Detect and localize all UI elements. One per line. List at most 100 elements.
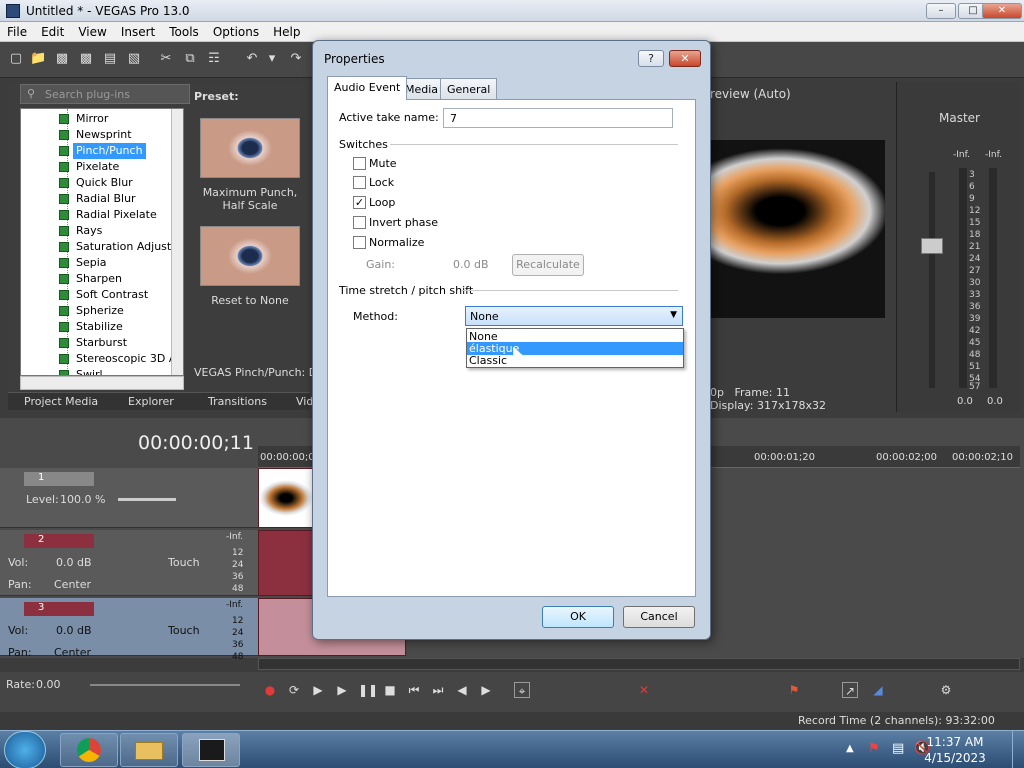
- master-fader-handle[interactable]: [921, 238, 943, 254]
- open-folder-icon[interactable]: 📁: [30, 51, 46, 67]
- next-frame-icon[interactable]: ▶: [478, 682, 494, 698]
- automation-mode[interactable]: Touch: [168, 624, 200, 637]
- menu-edit[interactable]: Edit: [34, 22, 71, 39]
- track-audio-3[interactable]: 3 Vol: 0.0 dB Pan: Center Touch -Inf. 12…: [0, 598, 258, 662]
- auto-ripple-icon[interactable]: ↗: [842, 682, 858, 698]
- record-icon[interactable]: ●: [262, 682, 278, 698]
- menu-insert[interactable]: Insert: [114, 22, 162, 39]
- preset-thumbnail-maximum-punch[interactable]: [200, 118, 300, 178]
- tree-item-rays[interactable]: Rays: [59, 223, 105, 239]
- new-file-icon[interactable]: ▢: [8, 51, 24, 67]
- show-desktop-button[interactable]: [1012, 731, 1024, 768]
- normal-edit-tool-icon[interactable]: ⌖: [514, 682, 530, 698]
- tab-audio-event[interactable]: Audio Event: [327, 76, 408, 100]
- snapping-icon[interactable]: ◢: [870, 682, 886, 698]
- stop-icon[interactable]: ■: [382, 682, 398, 698]
- active-take-name-field[interactable]: 7: [443, 108, 673, 128]
- menu-view[interactable]: View: [71, 22, 113, 39]
- pause-icon[interactable]: ❚❚: [358, 682, 378, 698]
- close-button[interactable]: ✕: [982, 3, 1022, 19]
- tree-item-sepia[interactable]: Sepia: [59, 255, 110, 271]
- copy-icon[interactable]: ⧉: [182, 51, 198, 67]
- show-hidden-icons[interactable]: ▲: [846, 743, 854, 754]
- loop-checkbox[interactable]: ✓: [353, 196, 366, 209]
- menu-tools[interactable]: Tools: [162, 22, 206, 39]
- render-icon[interactable]: ▤: [102, 51, 118, 67]
- tree-item-pinch-punch[interactable]: Pinch/Punch: [59, 143, 146, 159]
- tree-item-radial-pixelate[interactable]: Radial Pixelate: [59, 207, 160, 223]
- tree-item-stereoscopic-3d[interactable]: Stereoscopic 3D A: [59, 351, 179, 367]
- tree-item-sharpen[interactable]: Sharpen: [59, 271, 125, 287]
- tree-item-soft-contrast[interactable]: Soft Contrast: [59, 287, 151, 303]
- marker-icon[interactable]: ⚑: [786, 682, 802, 698]
- lock-checkbox[interactable]: [353, 176, 366, 189]
- play-from-start-icon[interactable]: ▶: [310, 682, 326, 698]
- menu-options[interactable]: Options: [206, 22, 266, 39]
- undo-icon[interactable]: ↶: [244, 51, 260, 67]
- preview-quality[interactable]: review (Auto): [710, 87, 791, 101]
- taskbar-vegas[interactable]: [182, 733, 240, 767]
- tree-item-saturation-adjust[interactable]: Saturation Adjust: [59, 239, 174, 255]
- tree-item-stabilize[interactable]: Stabilize: [59, 319, 126, 335]
- timeline-horizontal-scrollbar[interactable]: [258, 658, 1020, 670]
- go-to-start-icon[interactable]: ⏮: [406, 682, 422, 698]
- properties-icon[interactable]: ▧: [126, 51, 142, 67]
- menu-help[interactable]: Help: [266, 22, 307, 39]
- cut-icon[interactable]: ✂: [158, 51, 174, 67]
- play-icon[interactable]: ▶: [334, 682, 350, 698]
- loop-playback-icon[interactable]: ⟳: [286, 682, 302, 698]
- tree-horizontal-scrollbar[interactable]: [20, 376, 184, 390]
- level-slider[interactable]: [118, 498, 176, 501]
- recalculate-button[interactable]: Recalculate: [512, 254, 584, 276]
- undo-dropdown-icon[interactable]: ▾: [264, 51, 280, 67]
- tree-item-swirl[interactable]: Swirl: [59, 367, 106, 375]
- tree-item-mirror[interactable]: Mirror: [59, 111, 111, 127]
- tab-general[interactable]: General: [440, 78, 498, 99]
- search-plugins-input[interactable]: ⚲ Search plug-ins: [20, 84, 190, 104]
- save-as-icon[interactable]: ▩: [78, 51, 94, 67]
- track-video-1[interactable]: 1 Level: 100.0 %: [0, 468, 258, 528]
- lock-envelopes-icon[interactable]: ⚙: [938, 682, 954, 698]
- tab-transitions[interactable]: Transitions: [208, 395, 267, 408]
- dialog-help-button[interactable]: ?: [638, 50, 664, 67]
- automation-mode[interactable]: Touch: [168, 556, 200, 569]
- invert-phase-checkbox[interactable]: [353, 216, 366, 229]
- delete-icon[interactable]: ✕: [636, 682, 652, 698]
- network-icon[interactable]: ▤: [892, 741, 904, 756]
- taskbar-explorer[interactable]: [120, 733, 178, 767]
- tab-project-media[interactable]: Project Media: [24, 395, 98, 408]
- taskbar-chrome[interactable]: [60, 733, 118, 767]
- ok-button[interactable]: OK: [542, 606, 614, 628]
- tree-item-newsprint[interactable]: Newsprint: [59, 127, 135, 143]
- method-dropdown[interactable]: None ▼: [465, 306, 683, 326]
- audio-clip[interactable]: [258, 530, 314, 596]
- track-audio-2[interactable]: 2 Vol: 0.0 dB Pan: Center Touch -Inf. 12…: [0, 530, 258, 596]
- normalize-checkbox[interactable]: [353, 236, 366, 249]
- tree-item-radial-blur[interactable]: Radial Blur: [59, 191, 139, 207]
- paste-icon[interactable]: ☶: [206, 51, 222, 67]
- menu-file[interactable]: File: [0, 22, 34, 39]
- go-to-end-icon[interactable]: ⏭: [430, 682, 446, 698]
- tree-item-quick-blur[interactable]: Quick Blur: [59, 175, 136, 191]
- tab-video-fx[interactable]: Vid: [296, 395, 313, 408]
- mute-checkbox[interactable]: [353, 157, 366, 170]
- system-clock[interactable]: 11:37 AM 4/15/2023: [924, 734, 986, 766]
- plugin-tree[interactable]: Mirror Newsprint Pinch/Punch Pixelate Qu…: [20, 108, 184, 376]
- tree-item-pixelate[interactable]: Pixelate: [59, 159, 122, 175]
- dialog-close-button[interactable]: ✕: [669, 50, 701, 67]
- tree-item-starburst[interactable]: Starburst: [59, 335, 130, 351]
- previous-frame-icon[interactable]: ◀: [454, 682, 470, 698]
- preset-thumbnail-reset[interactable]: [200, 226, 300, 286]
- tree-vertical-scrollbar[interactable]: [171, 109, 183, 375]
- rate-slider[interactable]: [90, 684, 240, 686]
- method-option-classic[interactable]: Classic: [467, 354, 683, 367]
- action-center-icon[interactable]: ⚑: [868, 741, 880, 756]
- tree-item-spherize[interactable]: Spherize: [59, 303, 127, 319]
- start-button[interactable]: [4, 731, 46, 768]
- video-clip[interactable]: [258, 468, 314, 528]
- minimize-button[interactable]: –: [926, 3, 956, 19]
- save-icon[interactable]: ▩: [54, 51, 70, 67]
- tab-explorer[interactable]: Explorer: [128, 395, 174, 408]
- cancel-button[interactable]: Cancel: [623, 606, 695, 628]
- redo-icon[interactable]: ↷: [288, 51, 304, 67]
